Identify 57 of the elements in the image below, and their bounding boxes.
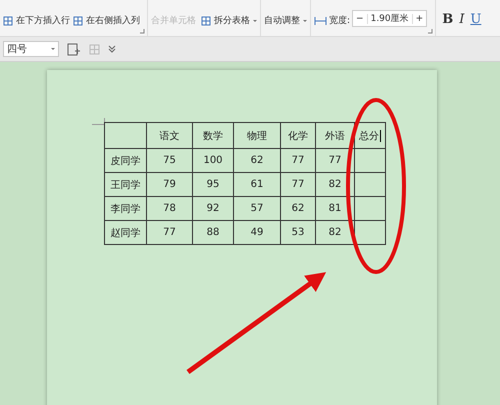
table-cell: 79 [146,172,192,196]
table-split-icon [201,16,211,26]
table-cell: 77 [280,172,316,196]
table-cell: 62 [234,148,280,172]
table-cell [354,148,386,172]
column-header: 总分 [354,122,386,148]
row-header: 皮同学 [104,148,146,172]
table-cell: 77 [146,220,192,244]
caret-icon [253,20,257,22]
expand-icon[interactable] [108,45,116,53]
launcher-icon [427,28,434,34]
table-cell: 49 [234,220,280,244]
bold-button[interactable]: B [441,12,454,27]
table-cell: 57 [234,196,280,220]
row-header: 王同学 [104,172,146,196]
table-cell: 53 [280,220,316,244]
table-insert-icon [3,16,13,26]
table-cell: 61 [234,172,280,196]
table-cell [354,220,386,244]
row-header: 赵同学 [104,220,146,244]
table-cell: 62 [280,196,316,220]
split-table-button[interactable]: 拆分表格 [201,14,257,27]
insert-button[interactable]: 在下方插入行 [3,14,70,27]
size-spinner[interactable]: − 1.90厘米 + [352,10,428,27]
italic-button[interactable]: I [458,12,466,27]
table-cell: 88 [192,220,234,244]
table-cell: 100 [192,148,234,172]
table-cell: 78 [146,196,192,220]
column-header: 外语 [316,122,354,148]
font-size-dropdown[interactable]: 四号 [3,41,59,57]
auto-fit-button[interactable]: 自动调整 [264,14,307,27]
table-cell [354,196,386,220]
caret-icon [303,20,307,22]
underline-button[interactable]: U [469,12,482,27]
table-cell: 95 [192,172,234,196]
column-header: 语文 [146,122,192,148]
table-cell: 81 [316,196,354,220]
table-cell [104,122,146,148]
row-header: 李同学 [104,196,146,220]
width-icon [314,15,327,27]
column-header: 数学 [192,122,234,148]
insert-button[interactable]: 在右侧插入列 [73,14,140,27]
field-label: 宽度: [329,14,350,27]
table-cell: 75 [146,148,192,172]
launcher-icon [139,28,145,34]
text-cursor [380,130,381,142]
table-cell [354,172,386,196]
table-insert-icon [73,16,83,26]
column-header: 化学 [280,122,316,148]
table-cell: 92 [192,196,234,220]
caret-icon [51,48,55,50]
table-cell: 77 [316,148,354,172]
column-header: 物理 [234,122,280,148]
table-cell: 82 [316,172,354,196]
table-cell: 82 [316,220,354,244]
add-page-icon[interactable] [67,42,81,56]
table-cell: 77 [280,148,316,172]
